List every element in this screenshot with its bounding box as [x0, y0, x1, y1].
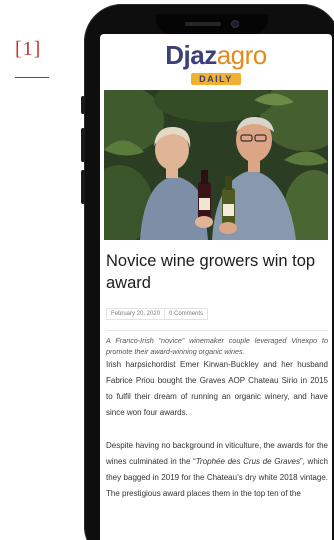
reference-label: [1] — [15, 38, 42, 60]
site-logo[interactable]: Djazagro DAILY — [100, 42, 332, 87]
speaker-grille — [185, 22, 221, 26]
logo-primary-text: Djaz — [165, 40, 217, 70]
phone-notch — [156, 14, 268, 34]
comments-link[interactable]: 0 Comments — [165, 308, 209, 320]
article-headline[interactable]: Novice wine growers win top award — [106, 250, 330, 294]
article-date: February 20, 2020 — [106, 308, 166, 320]
meta-divider — [106, 330, 328, 331]
figure-canvas: [1] Djazagro DAILY Novice wine growers w… — [0, 0, 334, 540]
photo-illustration — [104, 90, 328, 240]
article-photo[interactable] — [104, 90, 328, 240]
article-meta: February 20, 2020 0 Comments — [106, 308, 209, 320]
volume-down-button — [81, 170, 85, 204]
volume-up-button — [81, 128, 85, 162]
award-name: Trophée des Crus de Graves — [195, 457, 301, 466]
front-camera-icon — [231, 20, 239, 28]
article-lede: A Franco-Irish “novice” winemaker couple… — [106, 336, 328, 356]
phone-screen: Djazagro DAILY Novice wine growers win t… — [100, 34, 332, 540]
reference-underline — [15, 77, 49, 78]
article-paragraph: Irish harpsichordist Emer Kirwan-Buckley… — [106, 360, 328, 417]
logo-daily-badge: DAILY — [191, 73, 241, 85]
mute-switch — [81, 96, 85, 114]
article-paragraph: Despite having no background in viticult… — [106, 438, 328, 502]
phone-frame: Djazagro DAILY Novice wine growers win t… — [81, 4, 334, 540]
logo-secondary-text: agro — [216, 40, 268, 70]
